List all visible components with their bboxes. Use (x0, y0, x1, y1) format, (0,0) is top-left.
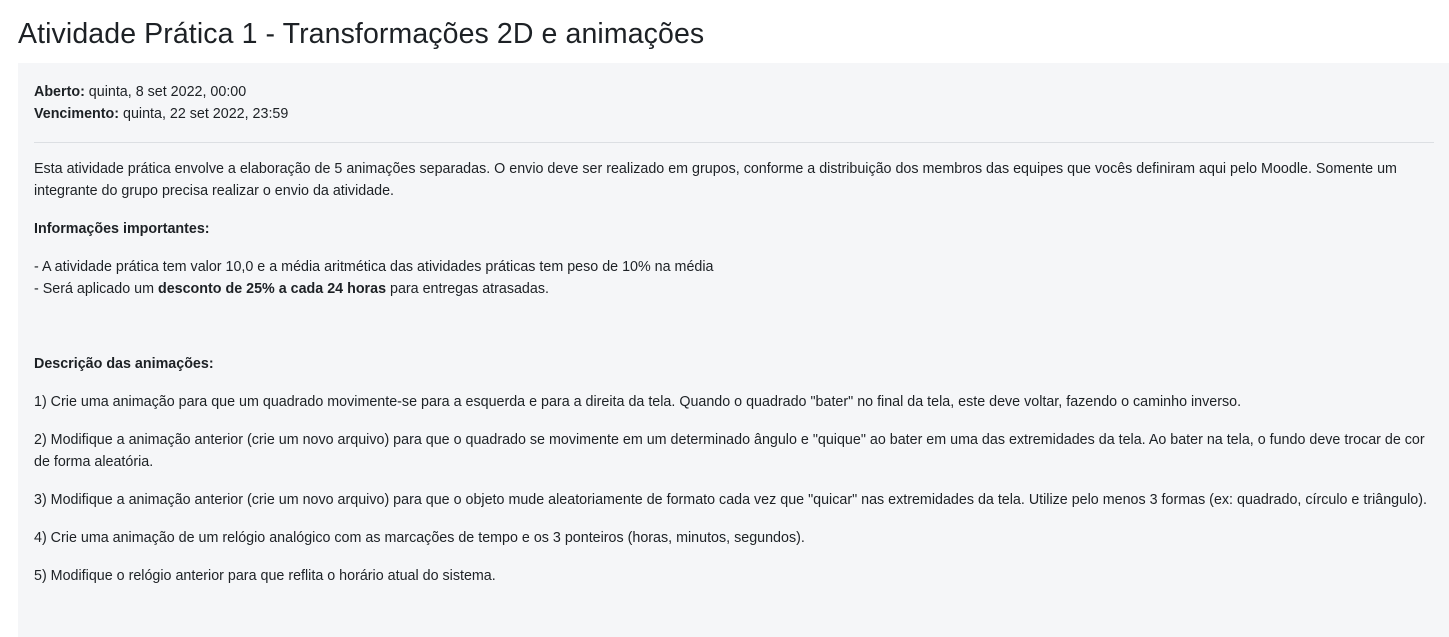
due-label: Vencimento: (34, 106, 120, 122)
description-item: 3) Modifique a animação anterior (crie u… (34, 492, 1427, 508)
due-value: quinta, 22 set 2022, 23:59 (119, 106, 289, 122)
description-item: 5) Modifique o relógio anterior para que… (34, 568, 496, 584)
divider (34, 142, 1434, 143)
important-text: - Será aplicado um (34, 281, 158, 297)
important-line: - A atividade prática tem valor 10,0 e a… (34, 259, 714, 275)
description-item: 4) Crie uma animação de um relógio analó… (34, 530, 805, 546)
opened-date: Aberto: quinta, 8 set 2022, 00:00 (34, 81, 1433, 103)
opened-label: Aberto: (34, 84, 85, 100)
important-list: - A atividade prática tem valor 10,0 e a… (34, 256, 1433, 300)
important-line: - Será aplicado um desconto de 25% a cad… (34, 278, 1433, 300)
penalty-text: desconto de 25% a cada 24 horas (157, 281, 387, 297)
description-heading: Descrição das animações: (34, 356, 214, 372)
opened-value: quinta, 8 set 2022, 00:00 (84, 84, 247, 100)
description-item: 2) Modifique a animação anterior (crie u… (34, 432, 1425, 470)
description-item: 1) Crie uma animação para que um quadrad… (34, 394, 1242, 410)
activity-details: Aberto: quinta, 8 set 2022, 00:00 Vencim… (18, 63, 1449, 637)
page-title: Atividade Prática 1 - Transformações 2D … (18, 18, 705, 50)
activity-dates: Aberto: quinta, 8 set 2022, 00:00 Vencim… (34, 81, 1433, 125)
important-heading: Informações importantes: (34, 221, 210, 237)
description-list: 1) Crie uma animação para que um quadrad… (34, 391, 1433, 587)
important-text: para entregas atrasadas. (386, 281, 549, 297)
intro-text: Esta atividade prática envolve a elabora… (34, 161, 1397, 199)
due-date: Vencimento: quinta, 22 set 2022, 23:59 (34, 103, 1433, 125)
